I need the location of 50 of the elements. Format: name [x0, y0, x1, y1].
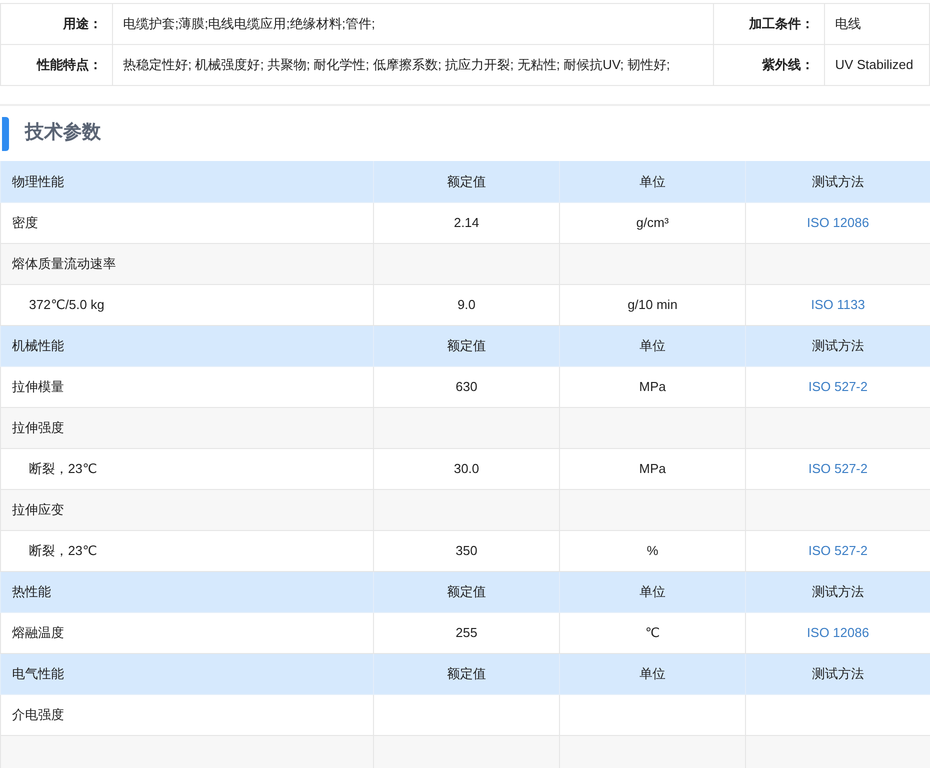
column-header: 测试方法: [812, 174, 864, 188]
table-cell: 30.0: [454, 460, 480, 476]
column-header: 单位: [640, 666, 666, 681]
table-cell: 630: [456, 378, 478, 394]
table-cell: 9.0: [457, 296, 476, 312]
condition-label: 断裂，23℃: [29, 460, 98, 476]
field-value: 电线: [824, 4, 930, 44]
column-header: 测试方法: [812, 338, 864, 353]
group-header: 机械性能: [12, 338, 64, 353]
column-header: 单位: [640, 174, 666, 188]
table-cell: 350: [456, 542, 478, 558]
condition-label: 断裂，23℃: [29, 542, 98, 558]
group-header: 电气性能: [12, 666, 64, 681]
field-value: 电缆护套;薄膜;电线电缆应用;绝缘材料;管件;: [112, 4, 714, 44]
column-header: 额定值: [447, 338, 486, 353]
property-name: 拉伸模量: [12, 378, 64, 394]
column-header: 测试方法: [812, 666, 864, 681]
group-header: 物理性能: [12, 174, 64, 188]
condition-label: 372℃/5.0 kg: [29, 296, 104, 312]
column-header: 单位: [640, 584, 666, 599]
column-header: 额定值: [447, 584, 486, 599]
property-name: 拉伸强度: [12, 420, 64, 435]
table-cell: ℃: [645, 624, 660, 640]
table-cell: g/10 min: [628, 296, 678, 312]
test-method-link[interactable]: ISO 12086: [806, 624, 870, 640]
group-header: 热性能: [12, 584, 51, 599]
test-method-link[interactable]: ISO 527-2: [808, 460, 868, 476]
property-name: 拉伸应变: [12, 502, 64, 517]
test-method-link[interactable]: ISO 527-2: [808, 378, 868, 394]
column-header: 测试方法: [812, 584, 864, 599]
test-method-link[interactable]: ISO 12086: [806, 214, 870, 230]
table-cell: %: [646, 542, 658, 558]
field-label: 加工条件：: [714, 4, 825, 44]
property-name: 熔体质量流动速率: [12, 256, 116, 271]
table-cell: MPa: [639, 460, 666, 476]
property-name: 密度: [12, 214, 38, 230]
table-cell: MPa: [639, 378, 666, 394]
property-name: 熔融温度: [12, 624, 64, 640]
table-cell: 2.14: [454, 214, 480, 230]
table-cell: 255: [456, 624, 478, 640]
column-header: 额定值: [447, 666, 486, 681]
section-title: 技术参数: [25, 120, 101, 146]
table-cell: g/cm³: [636, 214, 669, 230]
column-header: 单位: [640, 338, 666, 353]
test-method-link[interactable]: ISO 1133: [811, 296, 865, 312]
column-header: 额定值: [447, 174, 486, 188]
accent-bar: [2, 116, 9, 150]
field-label: 用途：: [0, 4, 112, 44]
test-method-link[interactable]: ISO 527-2: [808, 542, 868, 558]
property-name: 介电强度: [12, 706, 64, 722]
